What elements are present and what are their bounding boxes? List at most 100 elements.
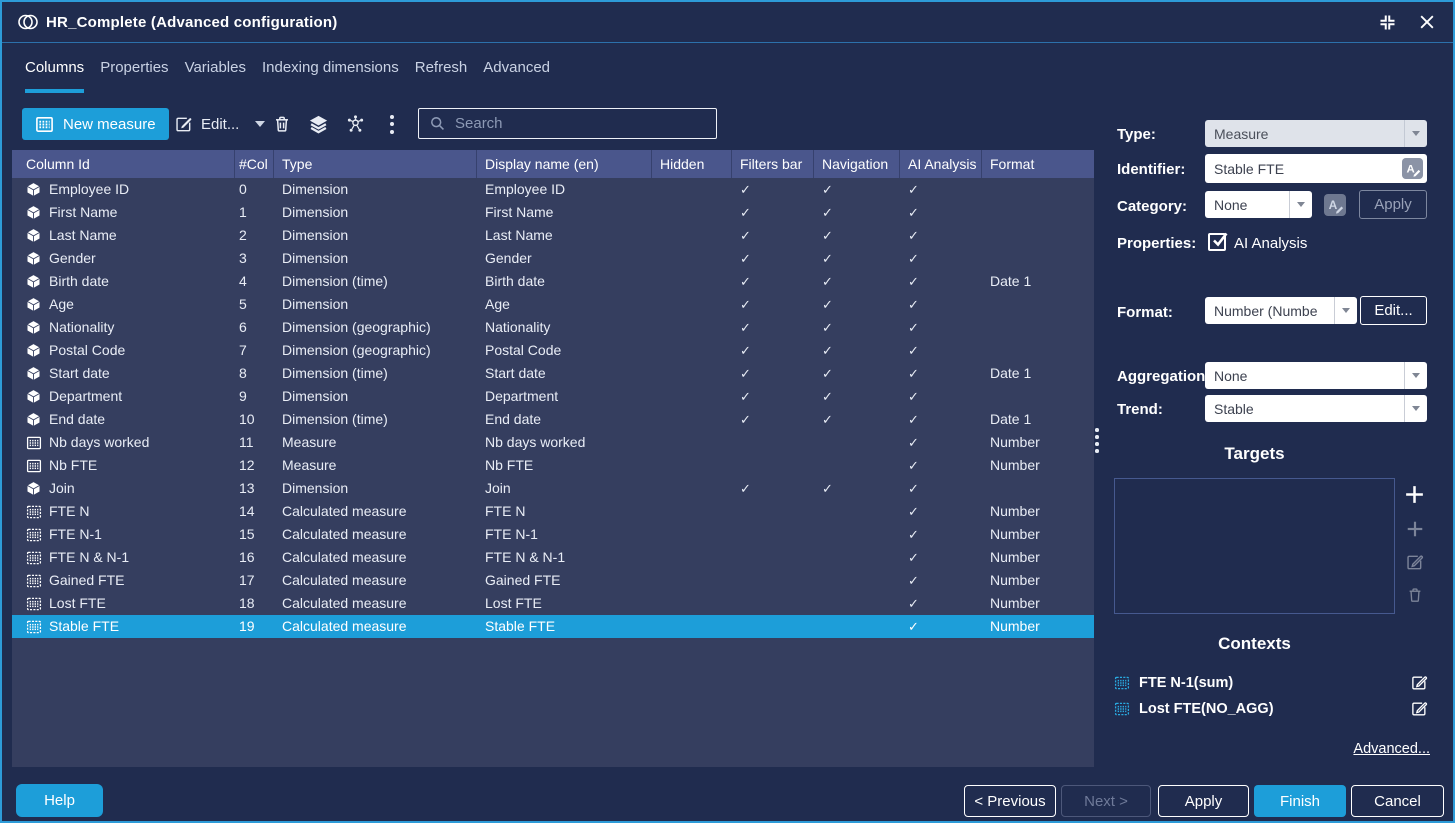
edit-context-icon[interactable] bbox=[1410, 700, 1428, 718]
column-type: Calculated measure bbox=[274, 615, 477, 638]
table-row[interactable]: Birth date 4 Dimension (time) Birth date… bbox=[12, 270, 1094, 293]
identifier-field-wrap: A bbox=[1205, 154, 1427, 183]
column-type: Dimension (time) bbox=[274, 362, 477, 385]
column-type: Dimension bbox=[274, 201, 477, 224]
identifier-input[interactable] bbox=[1205, 161, 1402, 177]
column-type-icon bbox=[26, 550, 42, 566]
column-id: FTE N bbox=[49, 500, 89, 523]
column-type: Dimension bbox=[274, 224, 477, 247]
col-index: 16 bbox=[235, 546, 274, 569]
layers-icon[interactable] bbox=[302, 108, 334, 140]
cancel-button[interactable]: Cancel bbox=[1351, 785, 1444, 817]
table-row[interactable]: Gender 3 Dimension Gender bbox=[12, 247, 1094, 270]
trend-select[interactable]: Stable bbox=[1205, 395, 1427, 422]
format-edit-button[interactable]: Edit... bbox=[1360, 296, 1427, 325]
column-type-icon bbox=[26, 412, 42, 428]
format-value: Number bbox=[982, 454, 1094, 477]
table-row[interactable]: Department 9 Dimension Department bbox=[12, 385, 1094, 408]
column-header[interactable]: Display name (en) bbox=[477, 150, 652, 178]
column-type-icon bbox=[26, 389, 42, 405]
format-value: Date 1 bbox=[982, 362, 1094, 385]
table-row[interactable]: End date 10 Dimension (time) End date Da… bbox=[12, 408, 1094, 431]
column-header[interactable]: Column Id bbox=[12, 150, 235, 178]
tab[interactable]: Refresh bbox=[415, 59, 468, 93]
table-row[interactable]: FTE N 14 Calculated measure FTE N Number bbox=[12, 500, 1094, 523]
check-icon bbox=[908, 503, 919, 519]
table-row[interactable]: Last Name 2 Dimension Last Name bbox=[12, 224, 1094, 247]
check-icon bbox=[822, 181, 833, 197]
table-row[interactable]: Lost FTE 18 Calculated measure Lost FTE … bbox=[12, 592, 1094, 615]
chevron-down-icon bbox=[1404, 120, 1427, 147]
search-input[interactable] bbox=[455, 115, 706, 132]
column-type-icon bbox=[26, 228, 42, 244]
add-target-icon[interactable] bbox=[1402, 482, 1426, 506]
column-header[interactable]: Navigation bbox=[814, 150, 900, 178]
tab[interactable]: Properties bbox=[100, 59, 168, 93]
previous-button[interactable]: < Previous bbox=[964, 785, 1056, 817]
finish-button[interactable]: Finish bbox=[1254, 785, 1346, 817]
translate-icon[interactable]: A bbox=[1324, 194, 1346, 216]
edit-dropdown[interactable]: Edit... bbox=[174, 108, 265, 140]
table-row[interactable]: Age 5 Dimension Age bbox=[12, 293, 1094, 316]
apply-button[interactable]: Apply bbox=[1158, 785, 1249, 817]
check-icon bbox=[908, 250, 919, 266]
display-name: Join bbox=[477, 477, 652, 500]
format-select[interactable]: Number (Numbe bbox=[1205, 297, 1357, 324]
tab[interactable]: Advanced bbox=[483, 59, 550, 93]
table-row[interactable]: First Name 1 Dimension First Name bbox=[12, 201, 1094, 224]
translate-icon[interactable]: A bbox=[1402, 158, 1423, 179]
edit-context-icon[interactable] bbox=[1410, 674, 1428, 692]
add-target-alt-icon[interactable] bbox=[1404, 518, 1425, 539]
tab[interactable]: Variables bbox=[185, 59, 246, 93]
column-header[interactable]: Type bbox=[274, 150, 477, 178]
apply-category-button[interactable]: Apply bbox=[1359, 190, 1427, 219]
type-select[interactable]: Measure bbox=[1205, 120, 1427, 147]
edit-pencil-icon bbox=[174, 115, 193, 134]
tab[interactable]: Indexing dimensions bbox=[262, 59, 399, 93]
close-icon[interactable] bbox=[1415, 10, 1439, 34]
network-icon[interactable] bbox=[339, 108, 371, 140]
display-name: Gained FTE bbox=[477, 569, 652, 592]
next-button[interactable]: Next > bbox=[1061, 785, 1151, 817]
panel-splitter-handle[interactable] bbox=[1095, 428, 1099, 453]
format-value bbox=[982, 477, 1094, 500]
edit-target-icon[interactable] bbox=[1404, 552, 1424, 572]
column-type: Calculated measure bbox=[274, 569, 477, 592]
table-row[interactable]: FTE N & N-1 16 Calculated measure FTE N … bbox=[12, 546, 1094, 569]
column-header[interactable]: Hidden bbox=[652, 150, 732, 178]
new-measure-button[interactable]: New measure bbox=[22, 108, 169, 140]
table-row[interactable]: Nb days worked 11 Measure Nb days worked… bbox=[12, 431, 1094, 454]
column-header[interactable]: Filters bar bbox=[732, 150, 814, 178]
column-id: Start date bbox=[49, 362, 110, 385]
column-header[interactable]: Format bbox=[982, 150, 1094, 178]
table-row[interactable]: Start date 8 Dimension (time) Start date… bbox=[12, 362, 1094, 385]
column-type: Dimension (time) bbox=[274, 270, 477, 293]
category-select[interactable]: None bbox=[1205, 191, 1312, 218]
column-header[interactable]: AI Analysis bbox=[900, 150, 982, 178]
table-row[interactable]: Join 13 Dimension Join bbox=[12, 477, 1094, 500]
column-header[interactable]: #Col bbox=[235, 150, 274, 178]
table-row[interactable]: Gained FTE 17 Calculated measure Gained … bbox=[12, 569, 1094, 592]
table-row[interactable]: Postal Code 7 Dimension (geographic) Pos… bbox=[12, 339, 1094, 362]
display-name: Department bbox=[477, 385, 652, 408]
col-index: 1 bbox=[235, 201, 274, 224]
search-box[interactable] bbox=[418, 108, 717, 139]
delete-target-icon[interactable] bbox=[1405, 585, 1424, 604]
display-name: FTE N & N-1 bbox=[477, 546, 652, 569]
table-row[interactable]: Nationality 6 Dimension (geographic) Nat… bbox=[12, 316, 1094, 339]
table-row[interactable]: FTE N-1 15 Calculated measure FTE N-1 Nu… bbox=[12, 523, 1094, 546]
aggregation-select[interactable]: None bbox=[1205, 362, 1427, 389]
more-options-icon[interactable] bbox=[376, 108, 408, 140]
table-row[interactable]: Nb FTE 12 Measure Nb FTE Number bbox=[12, 454, 1094, 477]
table-row[interactable]: Stable FTE 19 Calculated measure Stable … bbox=[12, 615, 1094, 638]
tab[interactable]: Columns bbox=[25, 59, 84, 93]
advanced-link[interactable]: Advanced... bbox=[1202, 741, 1430, 757]
edit-label: Edit... bbox=[201, 116, 239, 133]
format-value: Number bbox=[982, 569, 1094, 592]
restore-window-icon[interactable] bbox=[1375, 10, 1399, 34]
ai-analysis-checkbox[interactable] bbox=[1208, 233, 1226, 251]
delete-icon[interactable] bbox=[266, 108, 298, 140]
column-type-icon bbox=[26, 435, 42, 451]
table-row[interactable]: Employee ID 0 Dimension Employee ID bbox=[12, 178, 1094, 201]
help-button[interactable]: Help bbox=[16, 784, 103, 817]
